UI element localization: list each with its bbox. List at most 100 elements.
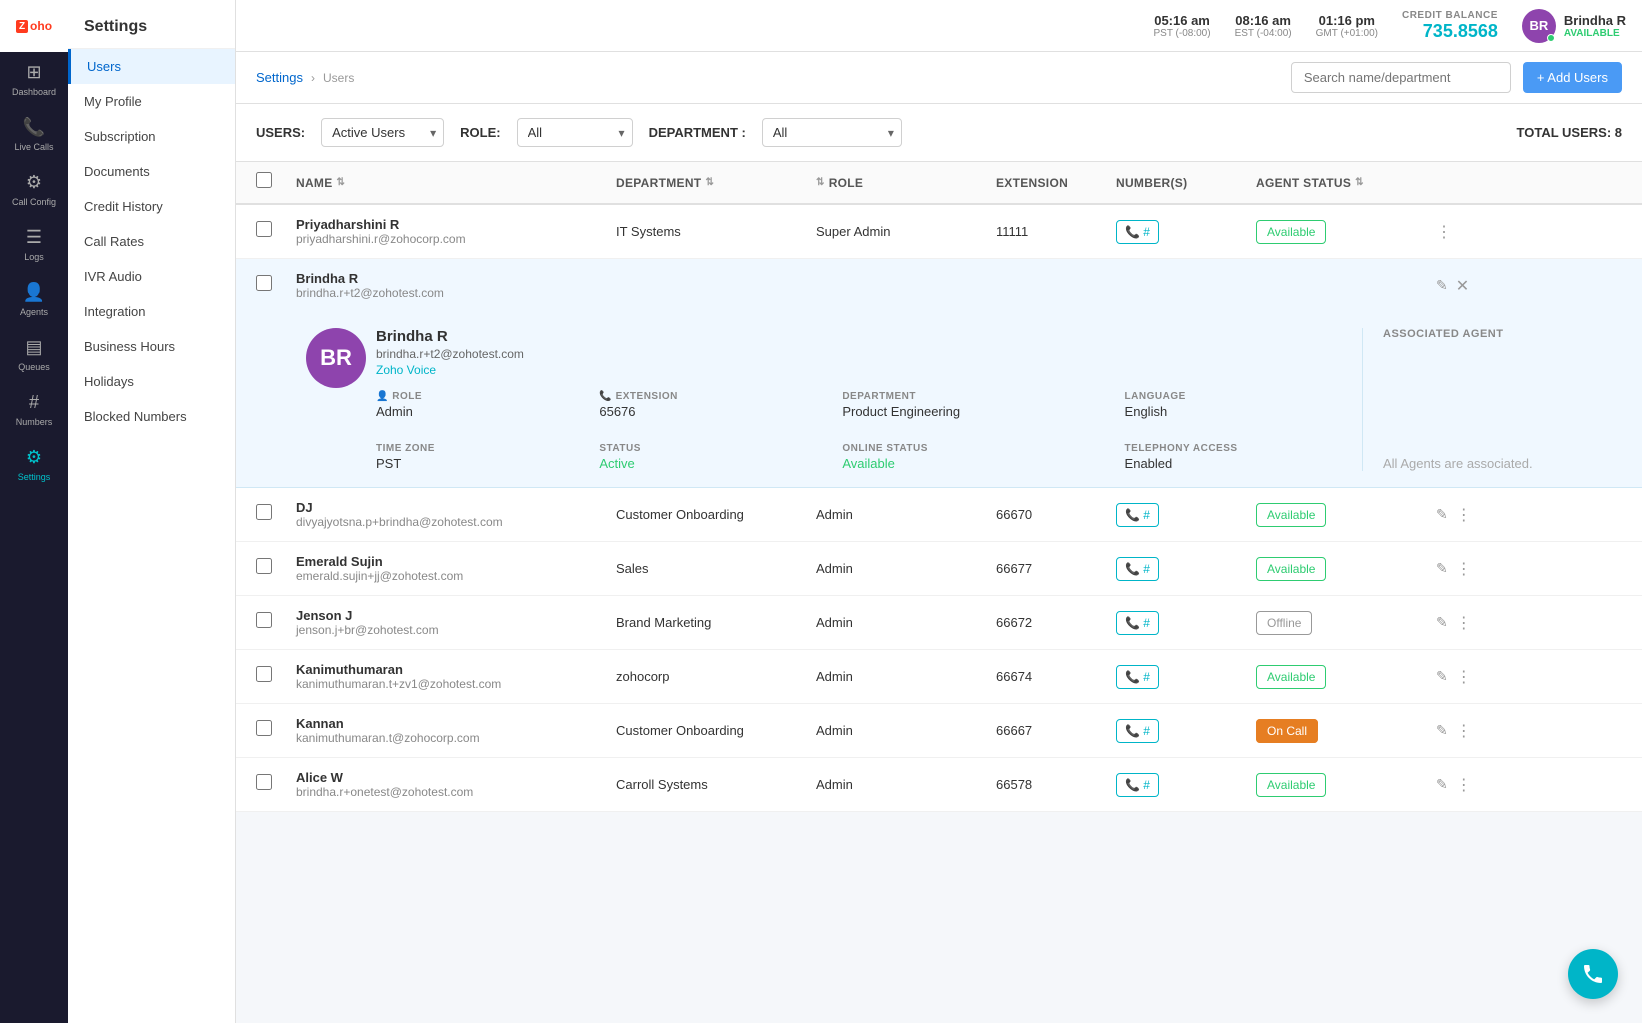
table-header-role[interactable]: ⇅ ROLE (816, 176, 996, 190)
numbers-icon: # (29, 392, 39, 413)
call-num-button[interactable]: 📞 # (1116, 557, 1159, 581)
edit-icon[interactable]: ✎ (1436, 560, 1448, 577)
header-actions: + Add Users (1291, 62, 1622, 93)
users-filter-label: USERS: (256, 125, 305, 140)
nav-item-my-profile[interactable]: My Profile (68, 84, 235, 119)
users-filter-wrapper: Active Users All Users Inactive Users (321, 118, 444, 147)
call-num-button[interactable]: 📞 # (1116, 611, 1159, 635)
nav-item-holidays[interactable]: Holidays (68, 364, 235, 399)
users-filter-select[interactable]: Active Users All Users Inactive Users (321, 118, 444, 147)
more-options-icon[interactable]: ⋮ (1456, 721, 1472, 741)
expanded-avatar-col: BR (296, 328, 376, 471)
main-area: 05:16 am PST (-08:00) 08:16 am EST (-04:… (236, 0, 1642, 1023)
user-info: Brindha R AVAILABLE (1564, 13, 1626, 39)
call-num-button[interactable]: 📞 # (1116, 719, 1159, 743)
table-row[interactable]: Jenson J jenson.j+br@zohotest.com Brand … (236, 596, 1642, 650)
row-checkbox[interactable] (256, 612, 272, 628)
expanded-zoho-voice-link[interactable]: Zoho Voice (376, 363, 1362, 377)
ext-cell: 11111 (996, 224, 1116, 239)
page-content: Settings › Users + Add Users USERS: Acti… (236, 52, 1642, 1023)
row-checkbox[interactable] (256, 504, 272, 520)
row-checkbox[interactable] (256, 720, 272, 736)
nav-dashboard[interactable]: ⊞ Dashboard (0, 52, 68, 107)
more-options-icon[interactable]: ⋮ (1456, 505, 1472, 525)
role-cell: Admin (816, 561, 996, 576)
dept-filter-select[interactable]: All (762, 118, 902, 147)
edit-icon[interactable]: ✎ (1436, 668, 1448, 685)
edit-icon[interactable]: ✎ (1436, 776, 1448, 793)
credit-label: CREDIT BALANCE (1402, 10, 1498, 21)
nav-numbers-label: Numbers (16, 417, 53, 427)
nav-call-config-label: Call Config (12, 197, 56, 207)
detail-online-status: ONLINE STATUS Available (842, 443, 1084, 471)
more-options-icon[interactable]: ⋮ (1436, 222, 1452, 242)
call-num-button[interactable]: 📞 # (1116, 665, 1159, 689)
dept-cell: Carroll Systems (616, 777, 816, 792)
user-email: emerald.sujin+jj@zohotest.com (296, 569, 616, 583)
call-num-button[interactable]: 📞 # (1116, 503, 1159, 527)
more-options-icon[interactable]: ⋮ (1456, 613, 1472, 633)
nav-item-users[interactable]: Users (68, 49, 235, 84)
nav-queues[interactable]: ▤ Queues (0, 327, 68, 382)
row-checkbox[interactable] (256, 558, 272, 574)
table-row[interactable]: Emerald Sujin emerald.sujin+jj@zohotest.… (236, 542, 1642, 596)
nav-item-blocked-numbers[interactable]: Blocked Numbers (68, 399, 235, 434)
user-email: divyajyotsna.p+brindha@zohotest.com (296, 515, 616, 529)
row-checkbox[interactable] (256, 666, 272, 682)
table-row[interactable]: Priyadharshini R priyadharshini.r@zohoco… (236, 205, 1642, 259)
nav-item-documents[interactable]: Documents (68, 154, 235, 189)
edit-icon[interactable]: ✎ (1436, 722, 1448, 739)
select-all-checkbox[interactable] (256, 172, 272, 188)
table-row[interactable]: Kannan kanimuthumaran.t@zohocorp.com Cus… (236, 704, 1642, 758)
num-buttons: 📞 # (1116, 611, 1256, 635)
status-badge: Available (1256, 220, 1326, 244)
nav-item-subscription[interactable]: Subscription (68, 119, 235, 154)
role-filter-label: ROLE: (460, 125, 500, 140)
num-buttons: 📞 # (1116, 665, 1256, 689)
row-checkbox[interactable] (256, 774, 272, 790)
nav-item-integration[interactable]: Integration (68, 294, 235, 329)
search-input[interactable] (1291, 62, 1511, 93)
nav-item-call-rates[interactable]: Call Rates (68, 224, 235, 259)
breadcrumb-separator: › (311, 71, 315, 85)
table-header-department[interactable]: DEPARTMENT ⇅ (616, 176, 816, 190)
nav-item-credit-history[interactable]: Credit History (68, 189, 235, 224)
edit-icon[interactable]: ✎ (1436, 506, 1448, 523)
close-expanded-icon[interactable]: ✕ (1456, 276, 1469, 296)
nav-logs[interactable]: ☰ Logs (0, 217, 68, 272)
nav-agents[interactable]: 👤 Agents (0, 272, 68, 327)
nav-item-ivr-audio[interactable]: IVR Audio (68, 259, 235, 294)
more-options-icon[interactable]: ⋮ (1456, 559, 1472, 579)
role-filter-select[interactable]: All Admin Super Admin (517, 118, 633, 147)
breadcrumb-settings-link[interactable]: Settings (256, 70, 303, 85)
table-row[interactable]: DJ divyajyotsna.p+brindha@zohotest.com C… (236, 488, 1642, 542)
table-row[interactable]: Kanimuthumaran kanimuthumaran.t+zv1@zoho… (236, 650, 1642, 704)
nav-live-calls[interactable]: 📞 Live Calls (0, 107, 68, 162)
more-options-icon[interactable]: ⋮ (1456, 775, 1472, 795)
user-display-name: Brindha R (296, 271, 616, 286)
table-row[interactable]: Brindha R brindha.r+t2@zohotest.com ✎ ✕ (236, 259, 1642, 312)
add-users-button[interactable]: + Add Users (1523, 62, 1622, 93)
nav-call-config[interactable]: ⚙ Call Config (0, 162, 68, 217)
ext-cell: 66677 (996, 561, 1116, 576)
edit-icon[interactable]: ✎ (1436, 277, 1448, 294)
phone-call-icon (1581, 962, 1605, 986)
table-header-numbers: NUMBER(S) (1116, 176, 1256, 190)
all-agents-text: All Agents are associated. (1383, 416, 1622, 471)
call-num-button[interactable]: 📞 # (1116, 220, 1159, 244)
floating-call-button[interactable] (1568, 949, 1618, 999)
nav-settings[interactable]: ⚙ Settings (0, 437, 68, 492)
nav-numbers[interactable]: # Numbers (0, 382, 68, 437)
row-checkbox[interactable] (256, 275, 272, 291)
table-row[interactable]: Alice W brindha.r+onetest@zohotest.com C… (236, 758, 1642, 812)
user-profile-widget[interactable]: BR Brindha R AVAILABLE (1522, 9, 1626, 43)
call-num-button[interactable]: 📞 # (1116, 773, 1159, 797)
row-checkbox[interactable] (256, 221, 272, 237)
more-options-icon[interactable]: ⋮ (1456, 667, 1472, 687)
table-header-agent-status[interactable]: AGENT STATUS ⇅ (1256, 176, 1436, 190)
edit-icon[interactable]: ✎ (1436, 614, 1448, 631)
nav-item-business-hours[interactable]: Business Hours (68, 329, 235, 364)
table-header-name[interactable]: NAME ⇅ (296, 176, 616, 190)
telephony-detail-value: Enabled (1125, 456, 1362, 471)
settings-icon: ⚙ (26, 447, 42, 468)
